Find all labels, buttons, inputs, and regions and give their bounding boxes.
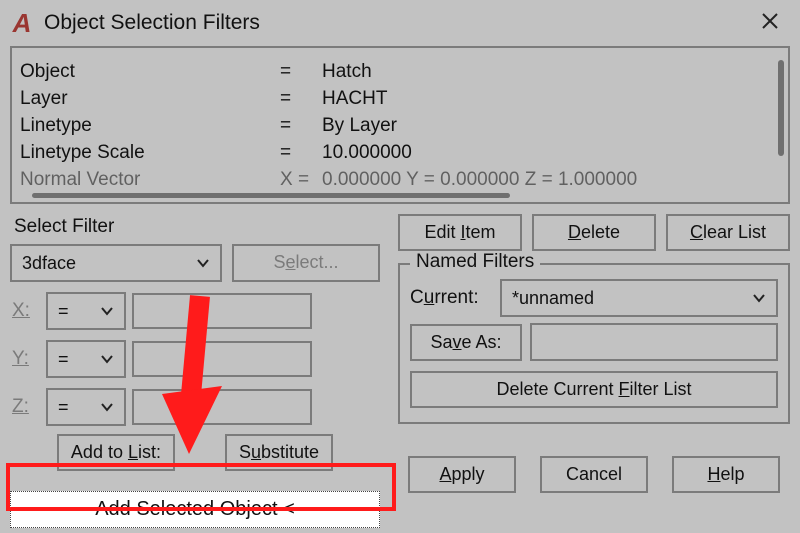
filter-row[interactable]: Linetype Scale = 10.000000 <box>20 139 770 166</box>
apply-label: Apply <box>439 464 484 484</box>
delete-button[interactable]: Delete <box>532 214 656 251</box>
filter-row[interactable]: Object = Hatch <box>20 58 770 85</box>
filter-key: Normal Vector <box>20 166 280 193</box>
select-button: Select... <box>232 244 380 282</box>
filter-value: HACHT <box>322 85 770 112</box>
substitute-label: Substitute <box>239 442 319 462</box>
axis-y-value-input[interactable] <box>132 341 312 377</box>
current-filter-label: Current: <box>410 287 492 309</box>
chevron-down-icon <box>100 352 114 366</box>
filter-key: Linetype <box>20 112 280 139</box>
clear-list-button[interactable]: Clear List <box>666 214 790 251</box>
close-button[interactable] <box>740 0 800 46</box>
add-to-list-label: Add to List: <box>71 442 161 462</box>
filter-op: = <box>280 58 322 85</box>
current-filter-value: *unnamed <box>512 288 594 309</box>
filter-listbox[interactable]: Object = Hatch Layer = HACHT Linetype = … <box>10 46 790 204</box>
filter-value: By Layer <box>322 112 770 139</box>
axis-y-label: Y: <box>10 348 40 370</box>
filter-op: = <box>280 112 322 139</box>
filter-value: 0.000000 Y = 0.000000 Z = 1.000000 <box>322 166 770 193</box>
add-selected-object-button[interactable]: Add Selected Object < <box>10 491 380 528</box>
select-filter-label: Select Filter <box>14 216 380 238</box>
select-button-label: Select... <box>273 252 338 272</box>
help-label: Help <box>707 464 744 484</box>
add-to-list-button[interactable]: Add to List: <box>57 434 175 471</box>
cancel-button[interactable]: Cancel <box>540 456 648 493</box>
filter-row[interactable]: Linetype = By Layer <box>20 112 770 139</box>
add-selected-object-label: Add Selected Object < <box>95 498 295 520</box>
axis-y-op-value: = <box>58 349 69 370</box>
horizontal-scrollbar[interactable] <box>32 193 510 198</box>
vertical-scrollbar[interactable] <box>778 60 784 156</box>
filter-value: Hatch <box>322 58 770 85</box>
filter-op: = <box>280 139 322 166</box>
edit-item-button[interactable]: Edit Item <box>398 214 522 251</box>
filter-row[interactable]: Normal Vector X = 0.000000 Y = 0.000000 … <box>20 166 770 193</box>
axis-z-op-value: = <box>58 397 69 418</box>
chevron-down-icon <box>196 256 210 270</box>
apply-button[interactable]: Apply <box>408 456 516 493</box>
substitute-button[interactable]: Substitute <box>225 434 333 471</box>
filter-row[interactable]: Layer = HACHT <box>20 85 770 112</box>
save-as-label: Save As: <box>430 332 501 352</box>
filter-key: Layer <box>20 85 280 112</box>
axis-y-op-dropdown[interactable]: = <box>46 340 126 378</box>
cancel-label: Cancel <box>566 464 622 484</box>
named-filters-group: Named Filters Current: *unnamed Save As: <box>398 263 790 424</box>
window-title: Object Selection Filters <box>44 11 260 35</box>
axis-x-op-dropdown[interactable]: = <box>46 292 126 330</box>
filter-op: X = <box>280 166 322 193</box>
axis-z-value-input[interactable] <box>132 389 312 425</box>
axis-x-op-value: = <box>58 301 69 322</box>
named-filters-legend: Named Filters <box>410 251 540 273</box>
delete-current-filter-list-button[interactable]: Delete Current Filter List <box>410 371 778 408</box>
filter-key: Object <box>20 58 280 85</box>
filter-key: Linetype Scale <box>20 139 280 166</box>
chevron-down-icon <box>752 291 766 305</box>
filter-op: = <box>280 85 322 112</box>
titlebar: A Object Selection Filters <box>0 0 800 46</box>
filter-value: 10.000000 <box>322 139 770 166</box>
delete-label: Delete <box>568 222 620 242</box>
delete-current-filter-list-label: Delete Current Filter List <box>496 379 691 399</box>
chevron-down-icon <box>100 400 114 414</box>
filter-type-dropdown[interactable]: 3dface <box>10 244 222 282</box>
edit-item-label: Edit Item <box>424 222 495 242</box>
save-as-button[interactable]: Save As: <box>410 324 522 361</box>
current-filter-dropdown[interactable]: *unnamed <box>500 279 778 317</box>
axis-x-value-input[interactable] <box>132 293 312 329</box>
clear-list-label: Clear List <box>690 222 766 242</box>
axis-z-label: Z: <box>10 396 40 418</box>
chevron-down-icon <box>100 304 114 318</box>
axis-x-label: X: <box>10 300 40 322</box>
app-logo-icon: A <box>10 11 34 35</box>
close-icon <box>761 10 779 36</box>
filter-type-value: 3dface <box>22 253 76 274</box>
save-as-input[interactable] <box>530 323 778 361</box>
axis-z-op-dropdown[interactable]: = <box>46 388 126 426</box>
help-button[interactable]: Help <box>672 456 780 493</box>
